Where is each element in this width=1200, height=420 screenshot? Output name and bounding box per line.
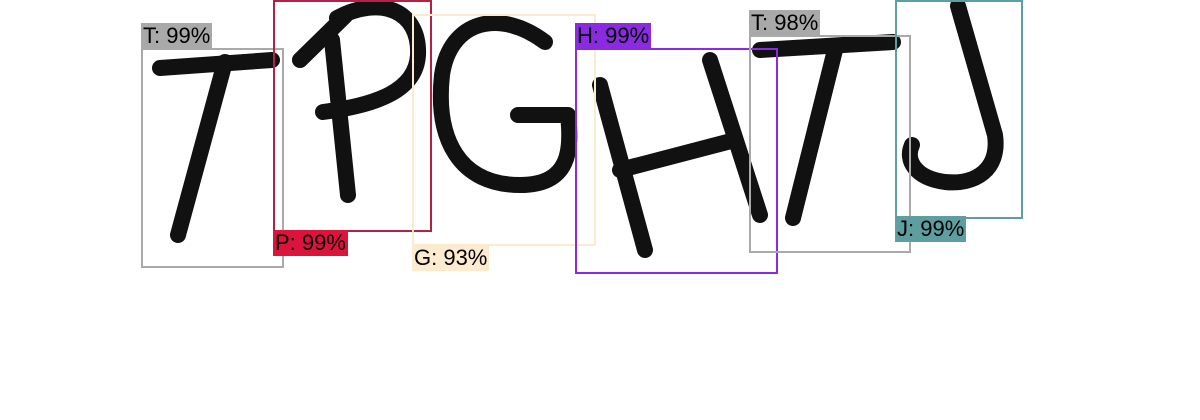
detection-label-t: T: 99% xyxy=(141,23,213,49)
detection-label-t-2: T: 98% xyxy=(749,10,821,36)
detection-label-h: H: 99% xyxy=(575,23,652,49)
detection-box-p xyxy=(273,0,432,232)
detection-label-g: G: 93% xyxy=(412,245,490,271)
detection-box-t-2 xyxy=(749,35,911,253)
detection-box-j xyxy=(895,0,1023,219)
detection-label-p: P: 99% xyxy=(273,230,348,256)
detection-box-h xyxy=(575,48,778,274)
detection-box-g xyxy=(412,14,596,246)
detection-canvas: T: 99% P: 99% G: 93% H: 99% T: 98% J: 99… xyxy=(0,0,1200,420)
detection-box-t xyxy=(141,48,284,268)
detection-label-j: J: 99% xyxy=(895,216,967,242)
